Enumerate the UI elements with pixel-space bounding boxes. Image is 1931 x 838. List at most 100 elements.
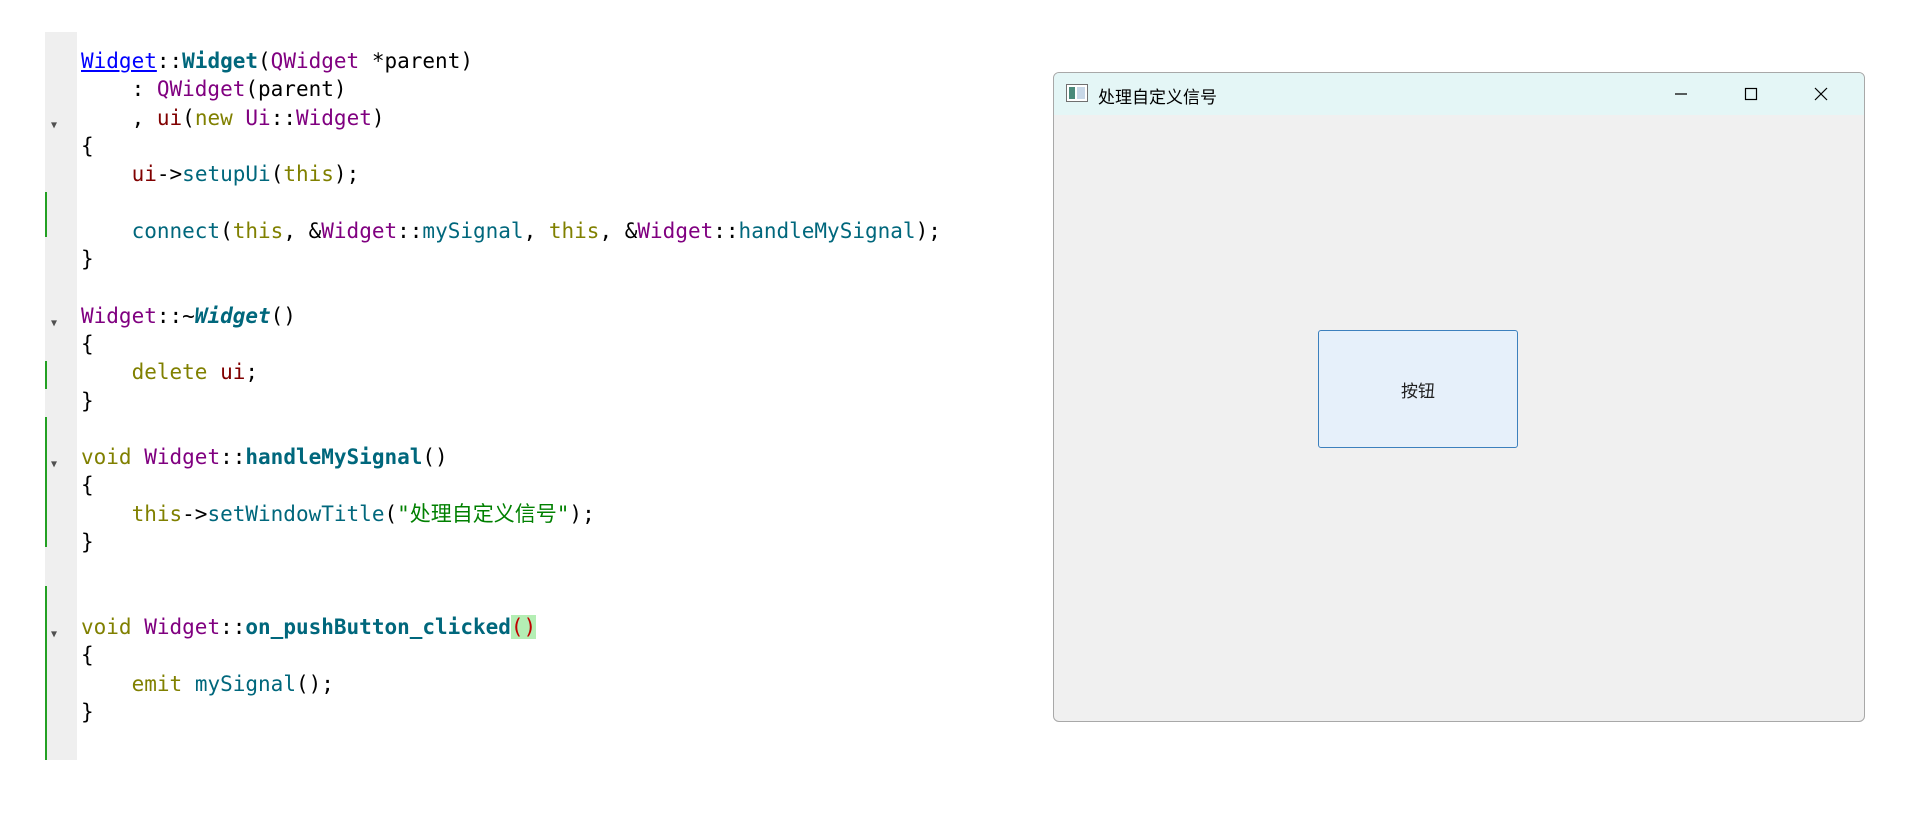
code-token: ; bbox=[245, 360, 259, 385]
code-token: ) bbox=[371, 105, 385, 130]
code-token: void bbox=[81, 614, 132, 639]
code-editor[interactable]: Widget::Widget(QWidget *parent) : QWidge… bbox=[45, 32, 1005, 762]
code-token: ); bbox=[569, 501, 595, 526]
code-token: ( bbox=[384, 501, 398, 526]
code-token: handleMySignal bbox=[245, 445, 423, 470]
code-token: :: bbox=[397, 218, 423, 243]
code-token: } bbox=[81, 530, 94, 555]
code-token: { bbox=[81, 133, 94, 158]
fold-toggle-icon[interactable]: ▼ bbox=[51, 112, 57, 140]
code-token: setWindowTitle bbox=[207, 501, 385, 526]
code-token: () bbox=[270, 303, 296, 328]
code-token: mySignal bbox=[422, 218, 524, 243]
code-token: : bbox=[81, 77, 157, 102]
window-title: 处理自定义信号 bbox=[1098, 88, 1217, 108]
maximize-button[interactable] bbox=[1716, 73, 1786, 115]
code-line[interactable]: { bbox=[81, 471, 941, 499]
code-token: *parent) bbox=[359, 49, 473, 73]
code-line[interactable]: } bbox=[81, 387, 941, 415]
code-token: delete bbox=[131, 360, 208, 385]
code-token: (); bbox=[295, 671, 334, 696]
code-token: :: bbox=[270, 105, 296, 130]
code-line[interactable]: this->setWindowTitle("处理自定义信号"); bbox=[81, 500, 941, 528]
code-line[interactable]: delete ui; bbox=[81, 358, 941, 386]
change-marker bbox=[45, 192, 47, 237]
change-marker bbox=[45, 417, 47, 547]
code-token: handleMySignal bbox=[738, 218, 916, 243]
code-token: Widget bbox=[144, 614, 221, 639]
code-line[interactable]: : QWidget(parent) bbox=[81, 75, 941, 103]
code-line[interactable] bbox=[81, 585, 941, 613]
code-token: ( bbox=[220, 218, 233, 243]
code-line[interactable]: ui->setupUi(this); bbox=[81, 160, 941, 188]
code-token: -> bbox=[182, 501, 208, 526]
title-bar[interactable]: 处理自定义信号 bbox=[1054, 73, 1864, 115]
code-token: () bbox=[510, 614, 537, 639]
code-token: "处理自定义信号" bbox=[397, 501, 570, 526]
code-token: this bbox=[131, 501, 183, 526]
close-icon bbox=[1814, 87, 1828, 101]
code-token: ui bbox=[156, 105, 183, 130]
code-line[interactable]: connect(this, &Widget::mySignal, this, &… bbox=[81, 217, 941, 245]
code-line[interactable] bbox=[81, 188, 941, 216]
code-token: Widget bbox=[194, 303, 271, 328]
code-line[interactable]: ▼ void Widget::handleMySignal() bbox=[51, 443, 941, 471]
code-token: { bbox=[81, 473, 94, 498]
code-line[interactable]: } bbox=[81, 698, 941, 726]
code-line[interactable]: ▼ , ui(new Ui::Widget) bbox=[51, 104, 941, 132]
push-button[interactable]: 按钮 bbox=[1318, 330, 1518, 448]
code-token: { bbox=[81, 643, 94, 668]
code-token: ui bbox=[220, 360, 246, 385]
maximize-icon bbox=[1744, 87, 1758, 101]
minimize-button[interactable] bbox=[1646, 73, 1716, 115]
fold-toggle-icon[interactable]: ▼ bbox=[51, 451, 57, 479]
code-line[interactable]: ▼ Widget::~Widget() bbox=[51, 302, 941, 330]
code-token: ( bbox=[258, 49, 271, 73]
code-line[interactable]: } bbox=[81, 245, 941, 273]
code-token: , bbox=[523, 218, 549, 243]
code-token: this bbox=[548, 218, 600, 243]
code-token: setupUi bbox=[182, 162, 271, 187]
code-token: Widget bbox=[81, 303, 157, 328]
code-line[interactable]: { bbox=[81, 330, 941, 358]
code-line[interactable]: emit mySignal(); bbox=[81, 670, 941, 698]
code-token: emit bbox=[131, 671, 183, 696]
code-token: void bbox=[81, 445, 132, 470]
code-line[interactable]: { bbox=[81, 132, 941, 160]
code-token: :: bbox=[713, 218, 739, 243]
code-token: { bbox=[81, 331, 94, 356]
code-token: :: bbox=[156, 49, 183, 73]
fold-toggle-icon[interactable]: ▼ bbox=[51, 621, 57, 649]
code-token: ::~ bbox=[156, 303, 195, 328]
change-marker bbox=[45, 586, 47, 760]
code-token: Widget bbox=[321, 218, 398, 243]
code-token: ); bbox=[915, 218, 941, 243]
code-text[interactable]: Widget::Widget(QWidget *parent) : QWidge… bbox=[51, 47, 941, 726]
minimize-icon bbox=[1675, 93, 1687, 95]
fold-toggle-icon[interactable]: ▼ bbox=[51, 310, 57, 338]
code-token: Widget bbox=[144, 445, 221, 470]
code-token: QWidget bbox=[270, 49, 360, 73]
close-button[interactable] bbox=[1786, 73, 1856, 115]
code-token: this bbox=[283, 162, 334, 187]
app-window-icon bbox=[1066, 84, 1088, 102]
code-line[interactable]: ▼ void Widget::on_pushButton_clicked() bbox=[51, 613, 941, 641]
code-token: , & bbox=[599, 218, 638, 243]
code-line[interactable]: { bbox=[81, 641, 941, 669]
code-line[interactable]: } bbox=[81, 528, 941, 556]
code-token: ( bbox=[182, 105, 195, 130]
code-line[interactable] bbox=[81, 273, 941, 301]
code-line[interactable] bbox=[81, 415, 941, 443]
change-marker bbox=[45, 361, 47, 389]
code-line[interactable] bbox=[81, 556, 941, 584]
code-line[interactable]: Widget::Widget(QWidget *parent) bbox=[81, 47, 941, 75]
code-token: ( bbox=[270, 162, 284, 187]
code-token: } bbox=[81, 388, 94, 413]
code-token: Widget bbox=[637, 218, 714, 243]
